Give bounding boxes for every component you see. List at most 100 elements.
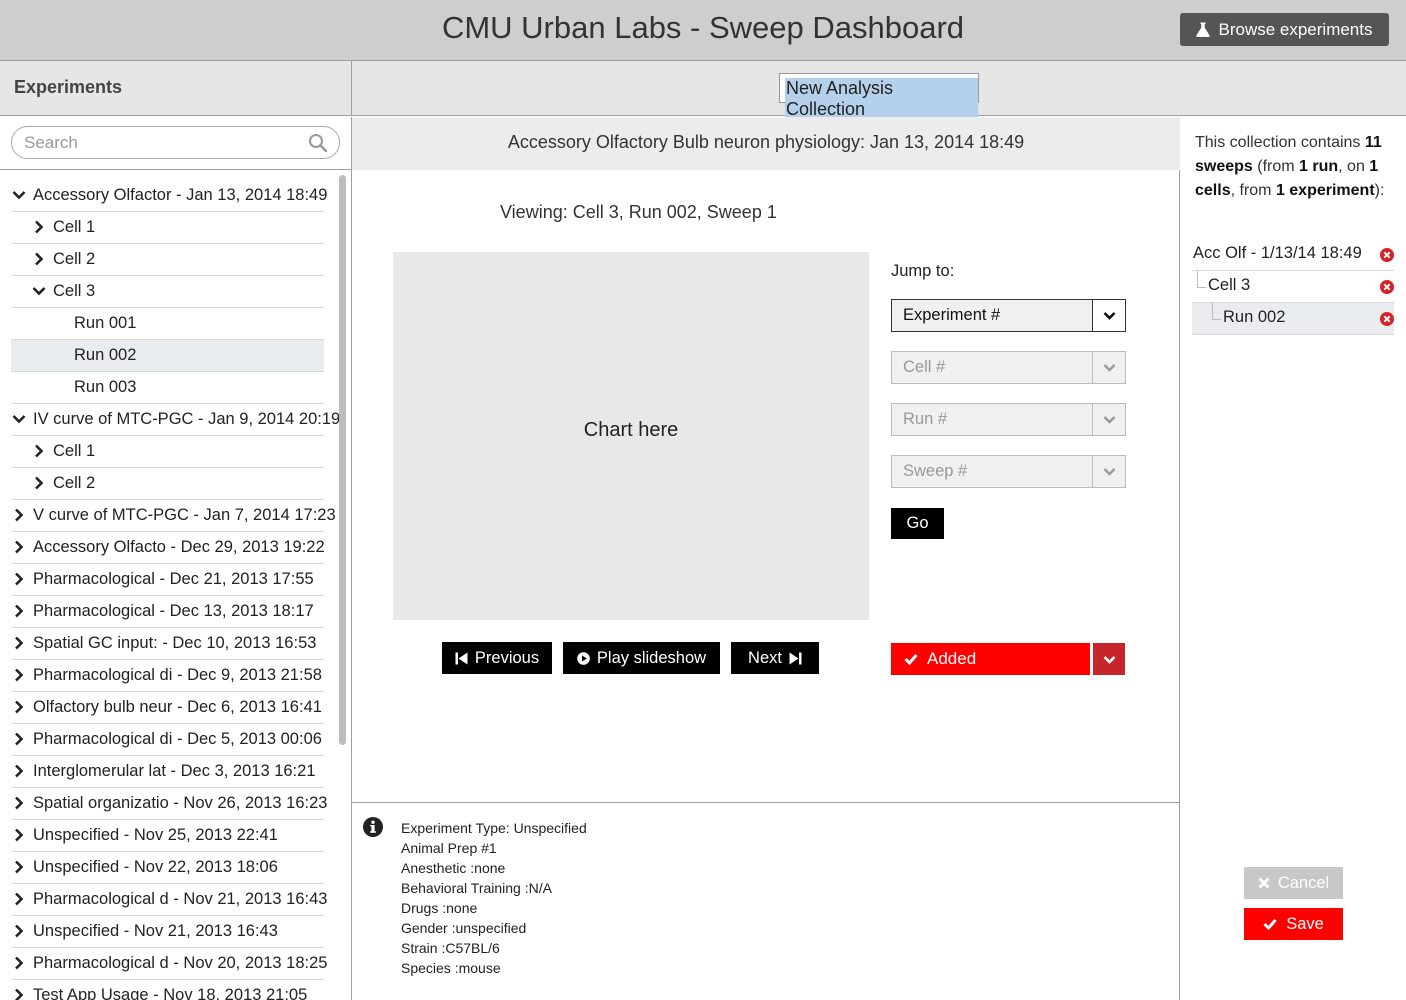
chevron-right-icon[interactable] xyxy=(12,636,26,650)
tree-item-label: Cell 2 xyxy=(53,474,96,492)
flask-icon xyxy=(1196,22,1211,37)
summary-on: , on xyxy=(1338,158,1370,175)
chevron-right-icon[interactable] xyxy=(12,892,26,906)
previous-label: Previous xyxy=(474,648,540,667)
sidebar-scrollbar[interactable] xyxy=(339,175,346,745)
save-button[interactable]: Save xyxy=(1244,908,1343,940)
cell-select[interactable]: Cell # xyxy=(891,351,1126,384)
next-button[interactable]: Next xyxy=(731,642,819,674)
chevron-right-icon[interactable] xyxy=(32,476,46,490)
tree-item-label: Olfactory bulb neur - Dec 6, 2013 16:41 xyxy=(33,698,322,716)
search-icon[interactable] xyxy=(308,133,328,153)
previous-button[interactable]: Previous xyxy=(442,642,552,674)
tree-item-experiment[interactable]: Pharmacological di - Dec 9, 2013 21:58 xyxy=(11,660,324,692)
chevron-right-icon[interactable] xyxy=(12,988,26,1000)
chevron-right-icon[interactable] xyxy=(32,444,46,458)
browse-experiments-label: Browse experiments xyxy=(1218,19,1373,39)
tree-item-experiment[interactable]: Pharmacological d - Nov 21, 2013 16:43 xyxy=(11,884,328,916)
sweep-select-toggle[interactable] xyxy=(1092,456,1125,487)
tree-item-cell[interactable]: Cell 2 xyxy=(11,244,324,276)
tree-item-experiment[interactable]: Olfactory bulb neur - Dec 6, 2013 16:41 xyxy=(11,692,324,724)
tree-item-experiment[interactable]: IV curve of MTC-PGC - Jan 9, 2014 20:19 xyxy=(11,404,340,436)
app-header: CMU Urban Labs - Sweep Dashboard Browse … xyxy=(0,0,1406,61)
collection-name-field[interactable]: New Analysis Collection xyxy=(779,73,979,120)
tree-item-cell[interactable]: Cell 1 xyxy=(11,212,324,244)
remove-icon[interactable] xyxy=(1380,280,1394,294)
chevron-right-icon[interactable] xyxy=(12,764,26,778)
tree-item-label: Pharmacological di - Dec 9, 2013 21:58 xyxy=(33,666,322,684)
chevron-right-icon[interactable] xyxy=(32,252,46,266)
tree-item-experiment[interactable]: Pharmacological - Dec 21, 2013 17:55 xyxy=(11,564,324,596)
chevron-right-icon[interactable] xyxy=(12,572,26,586)
cancel-button[interactable]: Cancel xyxy=(1244,867,1343,899)
tree-item-experiment[interactable]: Interglomerular lat - Dec 3, 2013 16:21 xyxy=(11,756,324,788)
chevron-down-icon[interactable] xyxy=(32,284,46,298)
tree-item-cell[interactable]: Cell 3 xyxy=(11,276,324,308)
remove-icon[interactable] xyxy=(1380,248,1394,262)
chevron-right-icon[interactable] xyxy=(12,508,26,522)
chevron-right-icon[interactable] xyxy=(12,540,26,554)
chevron-right-icon[interactable] xyxy=(32,220,46,234)
experiment-select[interactable]: Experiment # xyxy=(891,299,1126,332)
chevron-down-icon[interactable] xyxy=(12,412,26,426)
tree-item-label: Pharmacological d - Nov 21, 2013 16:43 xyxy=(33,890,328,908)
collection-panel: This collection contains 11 sweeps (from… xyxy=(1181,117,1406,1000)
added-button[interactable]: Added xyxy=(891,643,1090,675)
tree-item-label: Spatial GC input: - Dec 10, 2013 16:53 xyxy=(33,634,317,652)
play-slideshow-button[interactable]: Play slideshow xyxy=(563,642,720,674)
tree-item-run[interactable]: Run 002 xyxy=(11,340,324,372)
tree-item-experiment[interactable]: V curve of MTC-PGC - Jan 7, 2014 17:23 xyxy=(11,500,336,532)
tree-item-experiment[interactable]: Test App Usage - Nov 18, 2013 21:05 xyxy=(11,980,324,1000)
run-select-value: Run # xyxy=(903,410,948,428)
tree-item-cell[interactable]: Cell 1 xyxy=(11,436,324,468)
tree-item-experiment[interactable]: Unspecified - Nov 25, 2013 22:41 xyxy=(11,820,324,852)
cell-select-toggle[interactable] xyxy=(1092,352,1125,383)
chevron-right-icon[interactable] xyxy=(12,796,26,810)
experiment-sidebar: Accessory Olfactor - Jan 13, 2014 18:49 C… xyxy=(0,117,352,1000)
collection-item-experiment[interactable]: Acc Olf - 1/13/14 18:49 xyxy=(1192,239,1394,271)
chevron-down-icon[interactable] xyxy=(12,188,26,202)
tree-item-experiment[interactable]: Pharmacological - Dec 13, 2013 18:17 xyxy=(11,596,324,628)
chevron-right-icon[interactable] xyxy=(12,668,26,682)
tree-item-experiment[interactable]: Accessory Olfactor - Jan 13, 2014 18:49 xyxy=(11,180,327,212)
summary-prefix: This collection contains xyxy=(1195,134,1365,151)
experiment-select-toggle[interactable] xyxy=(1092,300,1125,331)
added-options-toggle[interactable] xyxy=(1093,643,1125,675)
chevron-right-icon[interactable] xyxy=(12,732,26,746)
step-backward-icon xyxy=(455,652,468,664)
collection-item-cell[interactable]: Cell 3 xyxy=(1192,271,1394,303)
tree-item-cell[interactable]: Cell 2 xyxy=(11,468,324,500)
go-button[interactable]: Go xyxy=(891,508,944,539)
chevron-right-icon[interactable] xyxy=(12,604,26,618)
info-lines: Experiment Type: Unspecified Animal Prep… xyxy=(401,818,587,978)
run-select[interactable]: Run # xyxy=(891,403,1126,436)
tree-item-label: Interglomerular lat - Dec 3, 2013 16:21 xyxy=(33,762,316,780)
tree-item-experiment[interactable]: Spatial organizatio - Nov 26, 2013 16:23 xyxy=(11,788,328,820)
collection-summary: This collection contains 11 sweeps (from… xyxy=(1195,131,1395,203)
tree-item-label: Spatial organizatio - Nov 26, 2013 16:23 xyxy=(33,794,328,812)
chevron-right-icon[interactable] xyxy=(12,828,26,842)
tree-item-experiment[interactable]: Pharmacological di - Dec 5, 2013 00:06 xyxy=(11,724,324,756)
tree-item-experiment[interactable]: Pharmacological d - Nov 20, 2013 18:25 xyxy=(11,948,327,980)
tree-item-run[interactable]: Run 003 xyxy=(11,372,324,404)
experiment-info-panel: Experiment Type: Unspecified Animal Prep… xyxy=(352,802,1180,1000)
info-line: Species :mouse xyxy=(401,960,501,976)
chevron-right-icon[interactable] xyxy=(12,700,26,714)
tree-item-run[interactable]: Run 001 xyxy=(11,308,324,340)
chevron-right-icon[interactable] xyxy=(12,956,26,970)
search-input[interactable] xyxy=(24,133,294,153)
tree-item-experiment[interactable]: Accessory Olfacto - Dec 29, 2013 19:22 xyxy=(11,532,325,564)
cancel-label: Cancel xyxy=(1277,873,1330,892)
browse-experiments-button[interactable]: Browse experiments xyxy=(1180,13,1389,46)
collection-item-label: Acc Olf - 1/13/14 18:49 xyxy=(1193,244,1362,262)
collection-item-run[interactable]: Run 002 xyxy=(1192,303,1394,335)
tree-item-experiment[interactable]: Spatial GC input: - Dec 10, 2013 16:53 xyxy=(11,628,324,660)
chevron-right-icon[interactable] xyxy=(12,924,26,938)
remove-icon[interactable] xyxy=(1380,312,1394,326)
tree-item-label: IV curve of MTC-PGC - Jan 9, 2014 20:19 xyxy=(33,410,341,428)
tree-item-experiment[interactable]: Unspecified - Nov 21, 2013 16:43 xyxy=(11,916,324,948)
run-select-toggle[interactable] xyxy=(1092,404,1125,435)
sweep-select[interactable]: Sweep # xyxy=(891,455,1126,488)
tree-item-experiment[interactable]: Unspecified - Nov 22, 2013 18:06 xyxy=(11,852,324,884)
chevron-right-icon[interactable] xyxy=(12,860,26,874)
